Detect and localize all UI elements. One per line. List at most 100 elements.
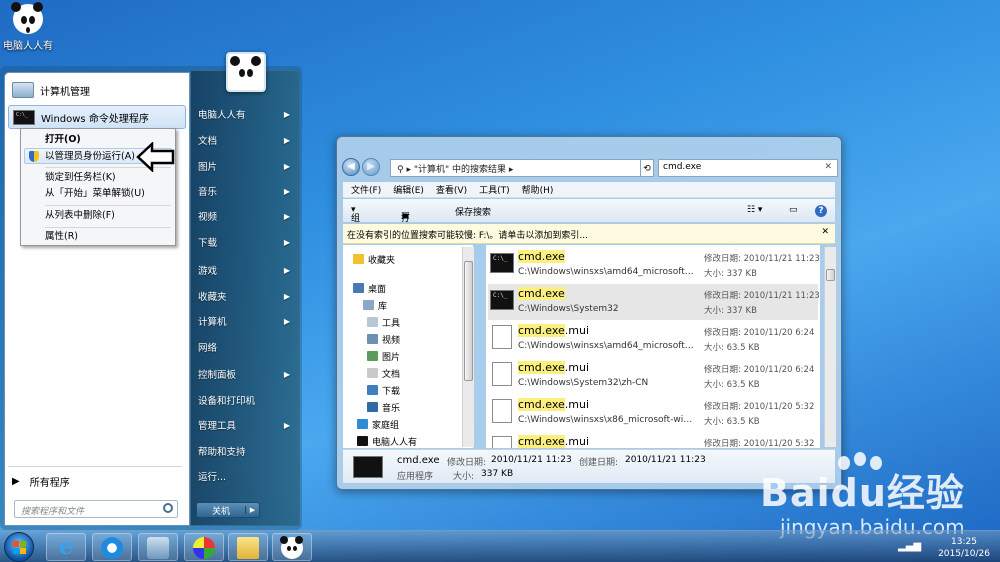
taskbar-paint-icon[interactable] bbox=[184, 533, 224, 561]
help-icon[interactable]: ? bbox=[815, 205, 827, 217]
address-bar[interactable]: ⚲ ▸ "计算机" 中的搜索结果 ▸ bbox=[390, 159, 650, 177]
nav-pane-scrollbar[interactable] bbox=[462, 247, 474, 447]
start-right-item[interactable]: 图片 ▶ bbox=[198, 156, 294, 176]
result-path: C:\Windows\System32 bbox=[518, 304, 619, 314]
file-icon bbox=[492, 399, 512, 423]
start-right-item[interactable]: 网络 bbox=[198, 337, 294, 357]
start-right-item[interactable]: 电脑人人有 ▶ bbox=[198, 104, 294, 124]
preview-pane-icon[interactable]: ▭ bbox=[789, 205, 798, 215]
result-size-label: 大小: bbox=[704, 306, 724, 316]
music-icon bbox=[367, 402, 378, 412]
user-avatar[interactable] bbox=[226, 52, 266, 92]
result-row[interactable]: cmd.exe C:\Windows\winsxs\amd64_microsoft… bbox=[488, 247, 820, 283]
taskbar-ie-icon[interactable]: e bbox=[46, 533, 86, 561]
ctx-unpin-start[interactable]: 从「开始」菜单解锁(U) bbox=[45, 186, 145, 202]
menu-edit[interactable]: 编辑(E) bbox=[393, 183, 424, 196]
start-right-item[interactable]: 控制面板 ▶ bbox=[198, 364, 294, 384]
start-right-item[interactable]: 游戏 ▶ bbox=[198, 260, 294, 280]
annotation-arrow-icon bbox=[136, 142, 175, 172]
nav-item[interactable]: 桌面 bbox=[353, 281, 386, 295]
menu-help[interactable]: 帮助(H) bbox=[522, 183, 554, 196]
close-icon[interactable]: ✕ bbox=[821, 227, 829, 237]
taskbar-folder-icon[interactable] bbox=[228, 533, 268, 561]
file-icon bbox=[492, 325, 512, 349]
scrollbar-thumb[interactable] bbox=[464, 261, 473, 381]
result-row[interactable]: cmd.exe.mui C:\Windows\System32\zh-CN 修改日期… bbox=[488, 358, 818, 394]
start-right-item[interactable]: 管理工具 ▶ bbox=[198, 415, 294, 435]
result-name-rest: .mui bbox=[564, 324, 590, 337]
result-size-value: 63.5 KB bbox=[726, 417, 760, 427]
scrollbar-thumb[interactable] bbox=[826, 269, 835, 281]
nav-item-label: 图片 bbox=[382, 352, 401, 363]
search-icon bbox=[163, 503, 173, 513]
start-right-item[interactable]: 音乐 ▶ bbox=[198, 181, 294, 201]
nav-item[interactable]: 文档 bbox=[367, 366, 400, 380]
cmd-icon bbox=[353, 456, 383, 478]
result-row[interactable]: cmd.exe.mui 修改日期: 2010/11/20 5:32 bbox=[488, 432, 818, 448]
result-size-value: 337 KB bbox=[726, 306, 757, 316]
save-search-button[interactable]: 保存搜索 bbox=[455, 205, 491, 218]
start-right-item[interactable]: 计算机 ▶ bbox=[198, 311, 294, 331]
refresh-button[interactable]: ⟲ bbox=[640, 159, 654, 177]
nav-item-label: 家庭组 bbox=[372, 420, 400, 431]
explorer-search-input[interactable]: cmd.exe ✕ bbox=[658, 159, 838, 177]
nav-item[interactable]: 家庭组 bbox=[357, 417, 399, 431]
result-size: 大小: 63.5 KB bbox=[704, 378, 760, 390]
start-item-cmd[interactable]: Windows 命令处理程序 bbox=[8, 105, 186, 129]
menu-file[interactable]: 文件(F) bbox=[351, 183, 381, 196]
start-right-item[interactable]: 文档 ▶ bbox=[198, 130, 294, 150]
result-row[interactable]: cmd.exe C:\Windows\System32 修改日期: 2010/11/… bbox=[488, 284, 820, 320]
shutdown-options-arrow-icon[interactable]: ▶ bbox=[245, 506, 259, 514]
result-date: 修改日期: 2010/11/21 11:23 bbox=[704, 252, 820, 264]
clear-search-icon[interactable]: ✕ bbox=[824, 162, 832, 172]
taskbar-control-panel-icon[interactable] bbox=[138, 533, 178, 561]
ctx-properties[interactable]: 属性(R) bbox=[45, 229, 78, 245]
result-row[interactable]: cmd.exe.mui C:\Windows\winsxs\amd64_micro… bbox=[488, 321, 818, 357]
start-right-item[interactable]: 收藏夹 ▶ bbox=[198, 286, 294, 306]
ctx-open[interactable]: 打开(O) bbox=[45, 132, 81, 148]
start-item-computer-management[interactable]: 计算机管理 bbox=[8, 78, 186, 102]
start-right-item[interactable]: 下载 ▶ bbox=[198, 232, 294, 252]
system-tray[interactable]: ▂▄▆ bbox=[898, 541, 921, 552]
taskbar-clock[interactable]: 13:25 2015/10/26 bbox=[932, 536, 996, 560]
result-name-rest: .mui bbox=[564, 398, 590, 411]
taskbar-panda-icon[interactable] bbox=[272, 533, 312, 561]
nav-item[interactable]: 图片 bbox=[367, 349, 400, 363]
menu-tools[interactable]: 工具(T) bbox=[479, 183, 510, 196]
view-options-icon[interactable]: ☷ ▾ bbox=[747, 205, 762, 215]
ctx-remove-from-list[interactable]: 从列表中删除(F) bbox=[45, 208, 115, 224]
start-right-item[interactable]: 视频 ▶ bbox=[198, 206, 294, 226]
start-right-item[interactable]: 运行... bbox=[198, 466, 294, 486]
nav-item[interactable]: 工具 bbox=[367, 315, 400, 329]
menu-view[interactable]: 查看(V) bbox=[436, 183, 467, 196]
organize-button[interactable]: 组织 ▾ bbox=[351, 205, 360, 237]
desktop-icon-user[interactable]: 电脑人人有 bbox=[2, 2, 54, 52]
forward-button[interactable]: ▶ bbox=[362, 158, 380, 176]
start-button[interactable] bbox=[4, 532, 34, 562]
index-info-text: 在没有索引的位置搜索可能较慢: F:\。请单击以添加到索引... bbox=[347, 231, 589, 241]
nav-item[interactable]: 收藏夹 bbox=[353, 252, 395, 266]
start-right-item-label: 设备和打印机 bbox=[198, 396, 256, 407]
results-scrollbar[interactable] bbox=[824, 247, 836, 447]
result-size-value: 63.5 KB bbox=[726, 343, 760, 353]
start-right-item[interactable]: 设备和打印机 bbox=[198, 390, 294, 410]
clock-time: 13:25 bbox=[951, 537, 977, 547]
result-row[interactable]: cmd.exe.mui C:\Windows\winsxs\x86_microso… bbox=[488, 395, 818, 431]
nav-item[interactable]: 音乐 bbox=[367, 400, 400, 414]
result-name: cmd.exe.mui bbox=[518, 361, 589, 374]
nav-item[interactable]: 电脑人人有 bbox=[357, 434, 417, 448]
all-programs-button[interactable]: ▶ 所有程序 bbox=[12, 474, 70, 489]
back-button[interactable]: ◀ bbox=[342, 158, 360, 176]
start-right-item[interactable]: 帮助和支持 bbox=[198, 441, 294, 461]
nav-item[interactable]: 库 bbox=[363, 298, 387, 312]
start-search-input[interactable]: 搜索程序和文件 bbox=[14, 500, 178, 518]
ctx-pin-taskbar[interactable]: 锁定到任务栏(K) bbox=[45, 170, 116, 186]
shutdown-button[interactable]: 关机 ▶ bbox=[196, 502, 260, 518]
taskbar-app-s-icon[interactable] bbox=[92, 533, 132, 561]
nav-item[interactable]: 下载 bbox=[367, 383, 400, 397]
details-type: 应用程序 bbox=[397, 472, 434, 482]
result-date-label: 修改日期: bbox=[704, 439, 741, 448]
control-panel-icon bbox=[147, 537, 169, 559]
nav-item[interactable]: 视频 bbox=[367, 332, 400, 346]
index-info-bar[interactable]: 在没有索引的位置搜索可能较慢: F:\。请单击以添加到索引... ✕ bbox=[343, 224, 835, 244]
